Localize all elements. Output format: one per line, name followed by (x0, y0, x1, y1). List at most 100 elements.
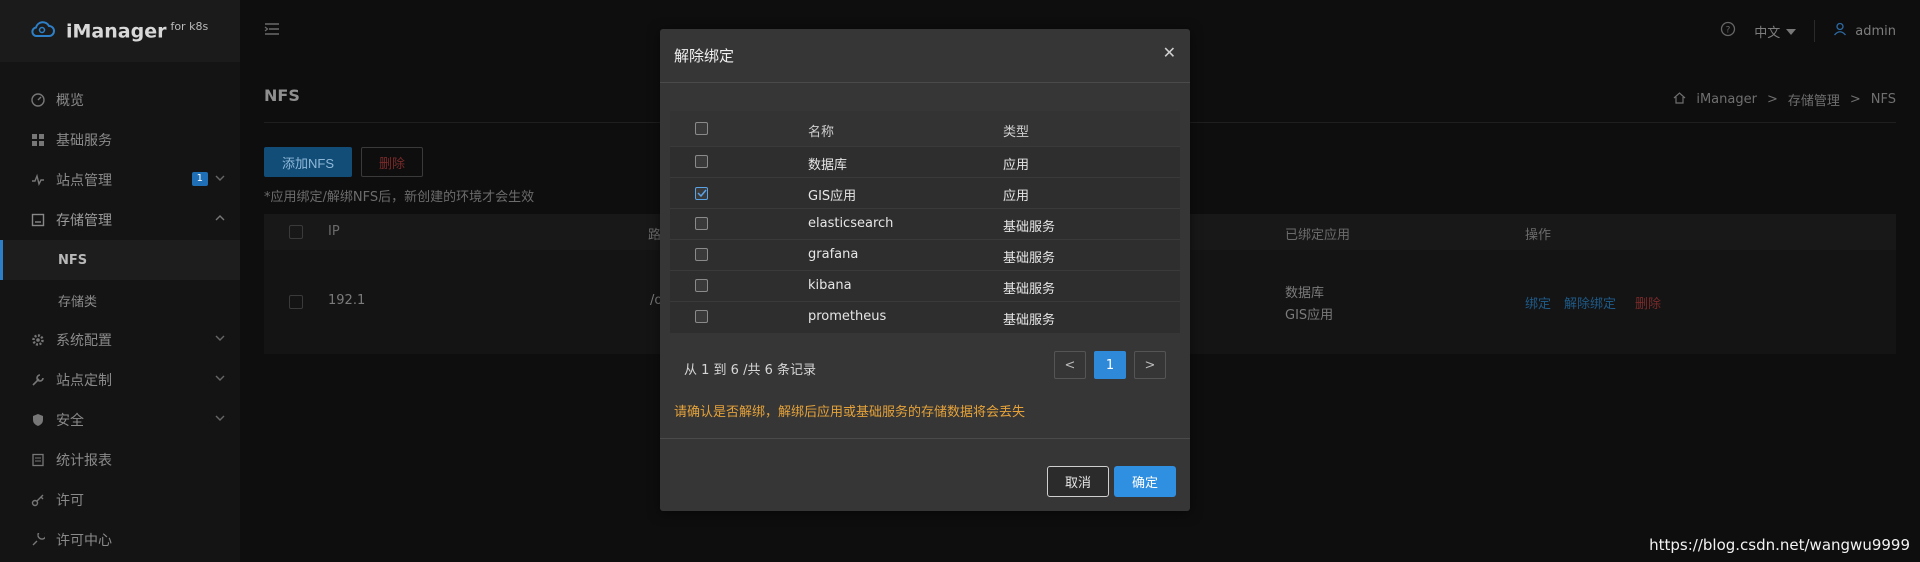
gear-icon (30, 332, 46, 348)
chevron-down-icon (214, 412, 226, 428)
chevron-right-icon: > (1849, 92, 1861, 107)
sidebar-item-system-config[interactable]: 系统配置 (0, 320, 240, 360)
table-row[interactable]: kibana 基础服务 (670, 271, 1180, 302)
table-row[interactable]: 数据库 应用 (670, 147, 1180, 178)
cell-name: prometheus (808, 309, 887, 324)
dashboard-icon (30, 92, 46, 108)
notice-text: *应用绑定/解绑NFS后，新创建的环境才会生效 (264, 190, 535, 205)
app-subtitle: for k8s (170, 19, 209, 33)
chevron-down-icon (214, 172, 226, 188)
key-icon (30, 492, 46, 508)
bind-link[interactable]: 绑定 (1525, 293, 1551, 312)
row-checkbox[interactable] (289, 295, 303, 309)
sidebar-item-label: 安全 (56, 413, 84, 429)
breadcrumb-item[interactable]: 存储管理 (1788, 90, 1840, 109)
next-page-button[interactable]: > (1134, 351, 1166, 379)
sidebar-item-license-center[interactable]: 许可中心 (0, 520, 240, 560)
license-center-icon (30, 532, 46, 548)
cell-type: 基础服务 (1003, 220, 1056, 235)
chevron-down-icon (214, 332, 226, 348)
cell-type: 基础服务 (1003, 251, 1056, 266)
breadcrumb-item[interactable]: iManager (1696, 92, 1757, 107)
sidebar-item-label: 概览 (56, 93, 84, 109)
column-header-bound-apps: 已绑定应用 (1285, 228, 1351, 243)
table-row[interactable]: grafana 基础服务 (670, 240, 1180, 271)
cell-bound-app: 数据库 (1285, 286, 1325, 301)
breadcrumb-item: NFS (1870, 92, 1896, 107)
dialog-header: 解除绑定 ✕ (660, 29, 1190, 83)
sidebar-subitem-storage-class[interactable]: 存储类 (0, 280, 240, 320)
svg-text:?: ? (1726, 26, 1731, 36)
user-menu[interactable]: admin (1833, 22, 1896, 40)
prev-page-button[interactable]: < (1054, 351, 1086, 379)
logo[interactable]: iManager for k8s (0, 0, 240, 62)
caret-down-icon (1786, 24, 1797, 39)
sidebar-item-label: 统计报表 (56, 453, 112, 469)
chevron-right-icon: > (1766, 92, 1778, 107)
language-label: 中文 (1754, 25, 1781, 41)
help-icon[interactable]: ? (1720, 21, 1736, 41)
chevron-down-icon (214, 372, 226, 388)
row-checkbox[interactable] (695, 155, 708, 172)
close-icon[interactable]: ✕ (1163, 43, 1176, 62)
home-icon (1673, 91, 1686, 108)
add-nfs-button[interactable]: 添加NFS (264, 147, 352, 177)
delete-link[interactable]: 删除 (1635, 293, 1661, 312)
select-all-checkbox[interactable] (695, 122, 708, 139)
grid-icon (30, 132, 46, 148)
sidebar-item-label: 站点管理 (56, 173, 112, 189)
column-header-type: 类型 (1003, 125, 1030, 140)
sidebar-item-label: 许可中心 (56, 533, 112, 549)
row-checkbox[interactable] (695, 217, 708, 234)
breadcrumb: iManager > 存储管理 > NFS (1673, 90, 1896, 109)
language-selector[interactable]: 中文 (1754, 22, 1797, 41)
table-row[interactable]: elasticsearch 基础服务 (670, 209, 1180, 240)
sidebar-subitem-nfs[interactable]: NFS (0, 240, 240, 280)
record-count: 从 1 到 6 /共 6 条记录 (684, 363, 816, 378)
shield-icon (30, 412, 46, 428)
sidebar-item-site-management[interactable]: 站点管理 1 (0, 160, 240, 200)
table-header: 名称 类型 (670, 111, 1180, 147)
cell-ip: 192.1 (328, 293, 366, 308)
sidebar-item-label: 系统配置 (56, 333, 112, 349)
table-row[interactable]: prometheus 基础服务 (670, 302, 1180, 333)
sidebar-item-storage-management[interactable]: 存储管理 (0, 200, 240, 240)
cell-name: 数据库 (808, 158, 848, 173)
confirm-button[interactable]: 确定 (1114, 466, 1176, 497)
notification-badge: 1 (191, 172, 208, 186)
header-divider (1814, 20, 1816, 42)
cell-bound-app: GIS应用 (1285, 308, 1334, 323)
page-button-current[interactable]: 1 (1094, 351, 1126, 379)
storage-icon (30, 212, 46, 228)
select-all-checkbox[interactable] (289, 225, 303, 239)
sidebar-item-label: 许可 (56, 493, 84, 509)
pagination: < 1 > (1054, 351, 1166, 379)
row-checkbox-checked[interactable] (695, 186, 708, 201)
delete-button[interactable]: 删除 (361, 147, 423, 177)
header-actions: ? 中文 admin (1720, 0, 1896, 62)
sidebar-item-license[interactable]: 许可 (0, 480, 240, 520)
row-checkbox[interactable] (695, 248, 708, 265)
sidebar-item-basic-services[interactable]: 基础服务 (0, 120, 240, 160)
sidebar-item-overview[interactable]: 概览 (0, 80, 240, 120)
unbind-table: 名称 类型 数据库 应用 GIS应用 应用 elasticsearch 基础服务… (670, 111, 1180, 333)
cell-name: grafana (808, 247, 859, 262)
row-checkbox[interactable] (695, 279, 708, 296)
unbind-link[interactable]: 解除绑定 (1564, 293, 1616, 312)
cancel-button[interactable]: 取消 (1047, 466, 1109, 497)
menu-toggle-icon[interactable] (264, 21, 280, 40)
column-header-operations: 操作 (1525, 228, 1552, 243)
sidebar-item-security[interactable]: 安全 (0, 400, 240, 440)
user-name: admin (1855, 23, 1896, 39)
row-checkbox[interactable] (695, 310, 708, 327)
cloud-logo-icon (30, 18, 56, 44)
sidebar-item-statistics[interactable]: 统计报表 (0, 440, 240, 480)
cell-name: kibana (808, 278, 852, 293)
cell-type: 应用 (1003, 189, 1030, 204)
sidebar: iManager for k8s 概览 基础服务 站点管理 1 存储管理 NFS… (0, 0, 240, 562)
checkmark-icon (696, 189, 707, 197)
sidebar-item-site-customization[interactable]: 站点定制 (0, 360, 240, 400)
chevron-up-icon (214, 212, 226, 228)
table-row[interactable]: GIS应用 应用 (670, 178, 1180, 209)
app-title: iManager for k8s (66, 19, 209, 43)
